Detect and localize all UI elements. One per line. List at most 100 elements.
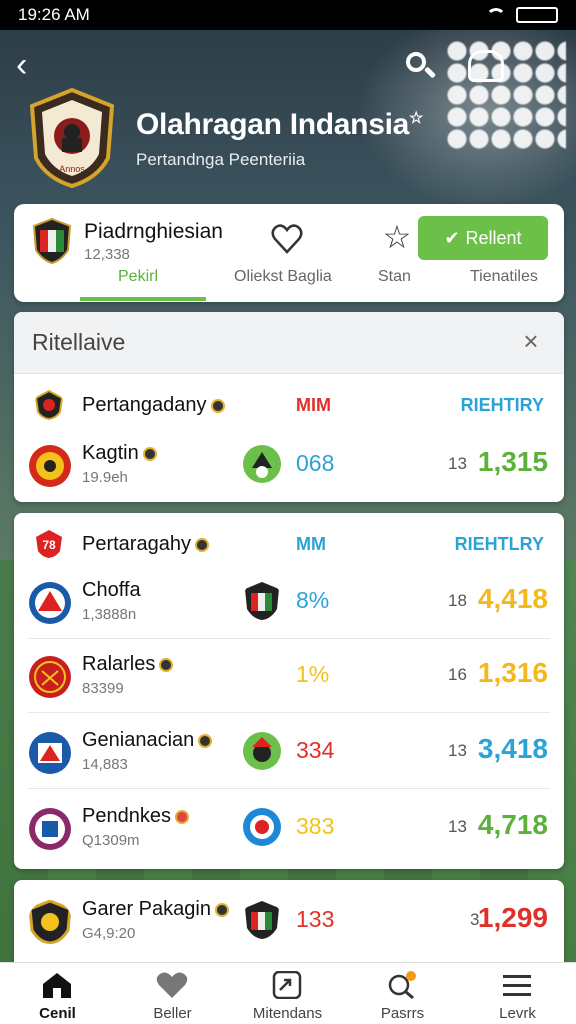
status-icons — [486, 7, 558, 23]
row-small: 16 — [448, 665, 467, 684]
panel-header: Ritellaive × — [14, 312, 564, 374]
row-score: 3,418 — [477, 733, 548, 764]
row-score: 1,315 — [477, 446, 548, 477]
search-icon[interactable] — [404, 50, 437, 82]
tab-tienatiles[interactable]: Tienatiles — [470, 268, 538, 286]
tab-bar: Pekirl Oliekst Baglia Stan Tienatiles — [14, 264, 564, 302]
svg-text:Annos: Annos — [59, 164, 85, 174]
table-row[interactable]: Genianacian 14,883 334 13 3,418 — [28, 717, 550, 789]
tab-stan[interactable]: Stan — [378, 268, 411, 286]
club-logo — [29, 582, 71, 624]
row-name: Ralarles — [82, 653, 174, 676]
table-row[interactable]: Choffa 1,3888n 8% 18 4,418 — [28, 567, 550, 639]
nav-label: Levrk — [499, 1005, 536, 1022]
heart-icon[interactable] — [270, 222, 304, 256]
club-logo — [29, 445, 71, 487]
app-title: Olahragan Indansia☆ — [136, 108, 424, 141]
home-icon — [43, 973, 71, 998]
table-row[interactable]: Ralarles 83399 1% 16 1,316 — [28, 641, 550, 713]
row-sub: Q1309m — [82, 832, 140, 849]
nav-label: Cenil — [39, 1005, 76, 1022]
team-count: 12,338 — [84, 246, 130, 263]
row-score: 1,316 — [477, 657, 548, 688]
extra-row-panel: Garer Pakagin G4,9:20 133 3 1,299 — [14, 880, 564, 970]
club-logo — [28, 900, 72, 944]
table-row[interactable]: Garer Pakagin G4,9:20 133 3 1,299 — [14, 886, 564, 958]
row-sub: 1,3888n — [82, 606, 137, 623]
club-logo — [29, 656, 71, 698]
panel-title: Ritellaive — [32, 329, 126, 355]
column-right-header: RIEHTIRY — [460, 395, 544, 415]
section-icon: 78 — [36, 530, 62, 558]
tab-pekirl[interactable]: Pekirl — [118, 268, 158, 286]
nav-item-levrk[interactable]: Levrk — [460, 963, 575, 1024]
nav-item-pasrrs[interactable]: Pasrrs — [345, 963, 460, 1024]
row-sub: 14,883 — [82, 756, 128, 773]
nav-item-mitendans[interactable]: Mitendans — [230, 963, 345, 1024]
row-name: Garer Pakagin — [82, 898, 229, 921]
results-panel: Ritellaive × Pertangadany MIM RIEHTIRY K… — [14, 312, 564, 502]
mascot-badge-icon — [243, 732, 281, 770]
section-name: Pertangadany — [82, 394, 225, 417]
status-time: 19:26 AM — [18, 5, 90, 24]
standings-panel: 78 Pertaragahy MM RIEHTLRY Choffa 1,3888… — [14, 513, 564, 869]
battery-icon — [516, 7, 558, 23]
club-badge-icon — [194, 537, 209, 552]
section-header: 78 Pertaragahy MM RIEHTLRY — [14, 525, 564, 565]
nav-label: Beller — [153, 1005, 192, 1022]
column-right-header: RIEHTLRY — [454, 534, 544, 554]
bird-icon: ✔ — [444, 227, 460, 248]
row-pct: 133 — [296, 906, 335, 932]
club-shield-icon — [245, 582, 279, 620]
row-sub: G4,9:20 — [82, 925, 136, 942]
page-header: Annos Olahragan Indansia☆ Pertandnga Pee… — [28, 88, 448, 188]
wifi-icon — [486, 8, 506, 22]
table-row[interactable]: Pendnkes Q1309m 383 13 4,718 — [28, 793, 550, 865]
share-icon[interactable] — [468, 50, 504, 82]
column-mid-header: MIM — [296, 395, 331, 415]
row-name: Kagtin — [82, 442, 157, 465]
tab-oliekst-baglia[interactable]: Oliekst Baglia — [234, 268, 332, 286]
table-row[interactable]: Kagtin 19.9eh 068 13 1,315 — [14, 430, 564, 502]
row-small: 13 — [448, 454, 467, 473]
club-badge-icon — [159, 657, 174, 672]
row-small: 13 — [448, 817, 467, 836]
close-icon[interactable]: × — [516, 326, 546, 356]
club-badge-icon — [142, 446, 157, 461]
top-nav: ‹ — [0, 44, 576, 90]
club-badge-icon — [210, 398, 225, 413]
nav-item-beller[interactable]: Beller — [115, 963, 230, 1024]
club-badge-icon — [174, 809, 189, 824]
star-icon[interactable]: ☆ — [380, 220, 414, 254]
section-header: Pertangadany MIM RIEHTIRY — [14, 386, 564, 426]
row-score: 4,418 — [477, 583, 548, 614]
club-badge-icon — [214, 902, 229, 917]
row-name: Choffa — [82, 579, 141, 601]
nav-label: Mitendans — [252, 1005, 323, 1022]
section-name: Pertaragahy — [82, 533, 209, 556]
follow-button[interactable]: ✔ Rellent — [418, 216, 548, 260]
row-pct: 1% — [296, 661, 330, 687]
svg-text:78: 78 — [42, 538, 56, 552]
team-card: Piadrnghiesian 12,338 ☆ ✔ Rellent Pekirl… — [14, 204, 564, 302]
bottom-nav: Cenil Beller Mitendans Pasrrs Levrk — [0, 962, 576, 1024]
witch-badge-icon — [243, 445, 281, 483]
club-logo — [29, 808, 71, 850]
back-button[interactable]: ‹ — [16, 48, 46, 84]
chart-icon — [272, 971, 302, 999]
status-bar: 19:26 AM — [0, 0, 576, 30]
row-name: Pendnkes — [82, 805, 189, 828]
row-pct: 8% — [296, 587, 330, 613]
club-shield-icon — [245, 901, 279, 939]
nav-item-cenil[interactable]: Cenil — [0, 963, 115, 1024]
row-sub: 19.9eh — [82, 469, 128, 486]
active-tab-indicator — [80, 297, 206, 301]
app-subtitle: Pertandnga Peenteriia — [136, 150, 306, 169]
nav-label: Pasrrs — [380, 1005, 425, 1022]
column-mid-header: MM — [296, 534, 326, 554]
menu-icon — [503, 975, 531, 996]
crest-logo: Annos — [29, 88, 115, 188]
section-icon — [34, 390, 64, 420]
club-badge-icon — [198, 733, 213, 748]
row-small: 13 — [448, 741, 467, 760]
